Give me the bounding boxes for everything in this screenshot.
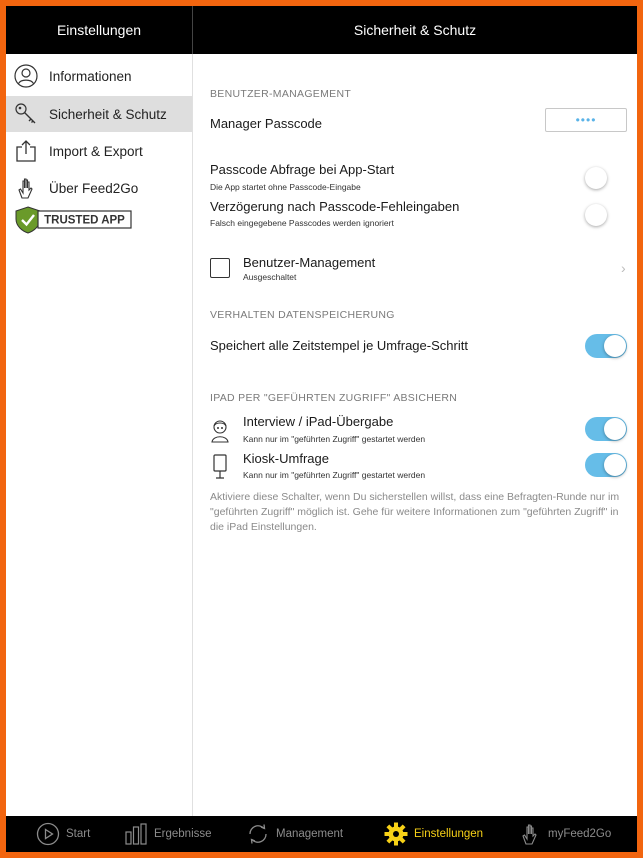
sync-icon	[249, 824, 267, 844]
section-title-storage: VERHALTEN DATENSPEICHERUNG	[210, 309, 395, 321]
sidebar-item-import-export[interactable]: Import & Export	[6, 133, 192, 169]
play-circle-icon	[36, 822, 60, 846]
chevron-right-icon[interactable]: ›	[621, 260, 626, 276]
toggle-knob	[585, 167, 607, 189]
trusted-app-badge: TRUSTED APP	[15, 206, 132, 234]
passcode-delay-label: Verzögerung nach Passcode-Fehleingaben	[210, 199, 460, 214]
kiosk-sublabel: Kann nur im "geführten Zugriff" gestarte…	[243, 470, 426, 480]
passcode-delay-toggle[interactable]	[585, 203, 627, 227]
timestamps-toggle[interactable]	[585, 334, 627, 358]
sidebar-item-informationen[interactable]: Informationen	[6, 58, 192, 94]
settings-content: BENUTZER-MANAGEMENT Manager Passcode •••…	[193, 54, 637, 816]
sidebar-item-label: Über Feed2Go	[49, 180, 139, 196]
sidebar-item-label: Sicherheit & Schutz	[49, 106, 167, 122]
sidebar: Informationen Sicherheit & Schutz Import…	[6, 54, 193, 816]
passcode-delay-sublabel: Falsch eingegebene Passcodes werden igno…	[210, 218, 394, 228]
toggle-knob	[585, 204, 607, 226]
kiosk-toggle[interactable]	[585, 453, 627, 477]
sidebar-item-label: Informationen	[49, 68, 132, 84]
nav-header: Einstellungen Sicherheit & Schutz	[6, 6, 637, 54]
manager-passcode-label: Manager Passcode	[210, 116, 323, 131]
hand-icon	[18, 178, 33, 199]
tab-label: Start	[66, 828, 91, 840]
tab-myfeed2go[interactable]: myFeed2Go	[518, 816, 611, 852]
sidebar-title: Einstellungen	[56, 22, 142, 38]
tab-label: Management	[276, 828, 344, 840]
tab-start[interactable]: Start	[36, 816, 90, 852]
toggle-knob	[604, 335, 626, 357]
tab-management[interactable]: Management	[246, 816, 343, 852]
interview-person-icon	[211, 420, 229, 443]
section-title-guided-access: IPAD PER "GEFÜHRTEN ZUGRIFF" ABSICHERN	[210, 392, 458, 404]
manager-passcode-field[interactable]: ••••	[545, 108, 627, 132]
sidebar-item-sicherheit[interactable]: Sicherheit & Schutz	[6, 96, 192, 132]
kiosk-label: Kiosk-Umfrage	[243, 451, 329, 466]
timestamps-label: Speichert alle Zeitstempel je Umfrage-Sc…	[210, 338, 468, 353]
sidebar-item-ueber[interactable]: Über Feed2Go	[6, 170, 192, 206]
toggle-knob	[604, 418, 626, 440]
user-management-sublabel: Ausgeschaltet	[243, 272, 297, 282]
key-icon	[15, 103, 36, 124]
sidebar-item-label: Import & Export	[49, 143, 143, 159]
page-title: Sicherheit & Schutz	[353, 22, 477, 38]
tab-label: Ergebnisse	[154, 828, 212, 840]
tab-ergebnisse[interactable]: Ergebnisse	[124, 816, 212, 852]
tab-label: Einstellungen	[414, 828, 484, 840]
passcode-start-label: Passcode Abfrage bei App-Start	[210, 162, 395, 177]
toggle-knob	[604, 454, 626, 476]
gear-icon	[384, 822, 408, 846]
hand-icon	[522, 824, 537, 845]
section-title-user-management: BENUTZER-MANAGEMENT	[210, 88, 352, 100]
tab-einstellungen[interactable]: Einstellungen	[384, 816, 483, 852]
app-frame: Einstellungen Sicherheit & Schutz Inform…	[6, 6, 637, 852]
interview-sublabel: Kann nur im "geführten Zugriff" gestarte…	[243, 434, 426, 444]
passcode-start-sublabel: Die App startet ohne Passcode-Eingabe	[210, 182, 361, 192]
user-management-checkbox[interactable]	[210, 258, 230, 278]
interview-label: Interview / iPad-Übergabe	[243, 414, 394, 429]
kiosk-icon	[213, 454, 227, 479]
bar-chart-icon	[125, 823, 147, 845]
user-management-label: Benutzer-Management	[243, 255, 376, 270]
share-export-icon	[16, 140, 36, 162]
tab-bar: Start Ergebnisse Management Einstellunge…	[6, 816, 637, 852]
trusted-app-text: TRUSTED APP	[44, 215, 125, 227]
interview-toggle[interactable]	[585, 417, 627, 441]
person-circle-icon	[14, 64, 38, 88]
passcode-start-toggle[interactable]	[585, 166, 627, 190]
tab-label: myFeed2Go	[548, 828, 612, 840]
guided-access-note: Aktiviere diese Schalter, wenn Du sicher…	[210, 491, 620, 533]
